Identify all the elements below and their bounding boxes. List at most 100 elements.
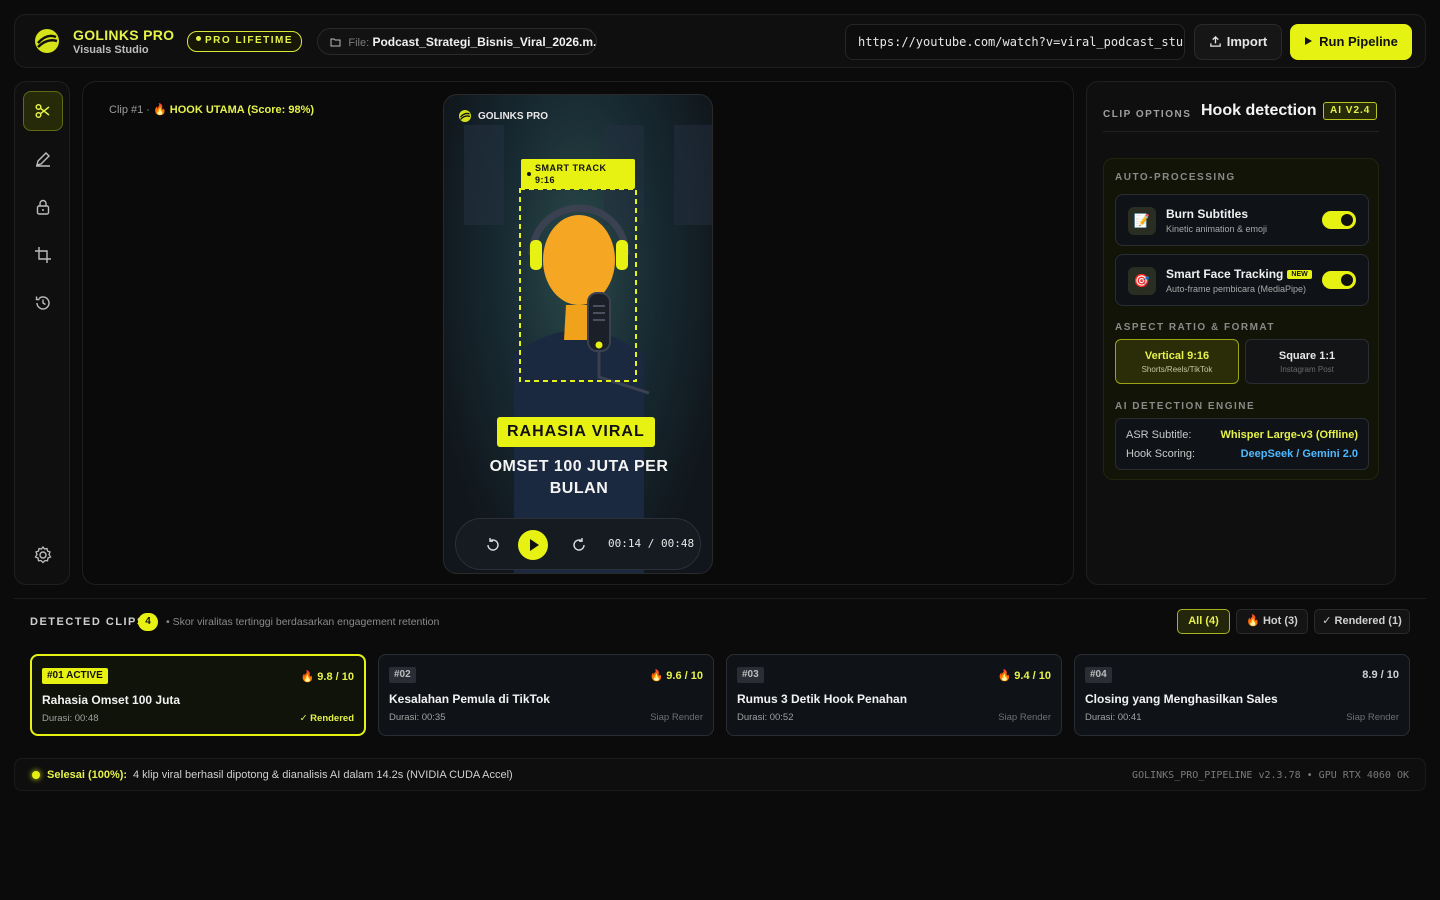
clip-duration: Durasi: 00:48 [42,713,99,724]
player-controls: 00:14 / 00:48 [455,518,701,570]
burn-subtitles-option[interactable]: 📝 Burn Subtitles Kinetic animation & emo… [1115,194,1369,246]
settings-icon [34,545,52,564]
pen-tool-button[interactable] [23,139,63,179]
run-pipeline-button[interactable]: Run Pipeline [1290,24,1412,60]
options-header-label: CLIP OPTIONS [1103,109,1192,120]
ai-engine-box: ASR Subtitle: Whisper Large-v3 (Offline)… [1115,418,1369,470]
section-auto-processing: AUTO-PROCESSING [1115,172,1236,183]
clip-number: #02 [389,667,416,683]
hook-scoring-value: DeepSeek / Gemini 2.0 [1240,448,1358,460]
forward-icon[interactable] [570,536,588,554]
play-icon [530,539,539,551]
history-icon [35,296,50,310]
filter-rendered-button[interactable]: ✓ Rendered (1) [1314,609,1410,634]
section-aspect-ratio: ASPECT RATIO & FORMAT [1115,322,1276,333]
notepad-icon: 📝 [1128,207,1156,235]
asr-label: ASR Subtitle: [1126,429,1192,441]
clip-number: #04 [1085,667,1112,683]
clip-duration: Durasi: 00:41 [1085,712,1142,723]
clip-card-02[interactable]: #02 🔥 9.6 / 10 Kesalahan Pemula di TikTo… [378,654,714,736]
folder-icon [330,38,341,47]
file-label: File: [348,37,370,49]
options-header-title: Hook detection [1201,102,1317,119]
crop-tool-button[interactable] [23,235,63,275]
import-button[interactable]: Import [1194,24,1282,60]
clip-card-03[interactable]: #03 🔥 9.4 / 10 Rumus 3 Detik Hook Penaha… [726,654,1062,736]
golinks-mini-logo-icon [459,110,471,122]
ratio-vertical-button[interactable]: Vertical 9:16 Shorts/Reels/TikTok [1115,339,1239,384]
phone-preview[interactable]: GOLINKS PRO SMART TRACK 9:16 RAHASIA VIR… [443,94,713,574]
clip-duration: Durasi: 00:35 [389,712,446,723]
top-header: GOLINKS PRO Visuals Studio PRO LIFETIME … [14,14,1426,68]
file-pill[interactable]: File: Podcast_Strategi_Bisnis_Viral_2026… [317,28,597,55]
clip-title: Rumus 3 Detik Hook Penahan [737,692,908,706]
ratio-square-title: Square 1:1 [1278,350,1336,362]
clip-status: Siap Render [1346,712,1399,723]
options-divider [1103,131,1379,132]
options-box: AUTO-PROCESSING 📝 Burn Subtitles Kinetic… [1103,158,1379,480]
clip-number: #01 ACTIVE [42,668,108,684]
asr-value: Whisper Large-v3 (Offline) [1220,429,1358,441]
track-line-2: 9:16 [535,175,556,185]
clip-score: 🔥 9.4 / 10 [997,670,1051,682]
badge-dot [196,36,201,41]
clip-title: Closing yang Menghasilkan Sales [1085,692,1278,706]
phone-brand-text: GOLINKS PRO [478,110,549,122]
ai-version-badge: AI V2.4 [1323,102,1378,120]
track-line-1: SMART TRACK [535,163,607,173]
smart-track-label: SMART TRACK 9:16 [521,159,635,189]
history-tool-button[interactable] [23,283,63,323]
burn-subtitles-toggle[interactable] [1322,211,1356,229]
settings-button[interactable] [23,535,63,575]
tool-rail [14,81,70,585]
track-dot [527,172,531,176]
clip-prefix: Clip #1 · [109,104,150,116]
caption-highlight: RAHASIA VIRAL [497,417,655,447]
caption-main: OMSET 100 JUTA PER BULAN [489,458,669,497]
lock-tool-button[interactable] [23,187,63,227]
ratio-vertical-title: Vertical 9:16 [1144,350,1210,362]
scissors-tool-button[interactable] [23,91,63,131]
new-badge: NEW [1287,270,1312,279]
lock-icon [36,199,50,215]
clip-status: Siap Render [650,712,703,723]
phone-brand: GOLINKS PRO [458,109,548,123]
playback-time: 00:14 / 00:48 [608,537,695,550]
ratio-square-desc: Instagram Post [1280,365,1334,374]
smart-face-tracking-option[interactable]: 🎯 Smart Face Tracking NEW Auto-frame pemb… [1115,254,1369,306]
face-tracking-desc: Auto-frame pembicara (MediaPipe) [1166,284,1307,294]
clip-card-01[interactable]: #01 ACTIVE 🔥 9.8 / 10 Rahasia Omset 100 … [30,654,366,736]
pen-icon [36,152,50,167]
status-bar: Selesai (100%): 4 klip viral berhasil di… [14,758,1426,791]
clips-note: • Skor viralitas tertinggi berdasarkan e… [166,616,440,628]
preview-panel: Clip #1 · 🔥 HOOK UTAMA (Score: 98%) GOLI… [82,81,1074,585]
url-input[interactable]: https://youtube.com/watch?v=viral_podcas… [845,24,1185,60]
play-icon [1305,37,1313,45]
ratio-vertical-desc: Shorts/Reels/TikTok [1141,365,1213,374]
filter-hot-button[interactable]: 🔥 Hot (3) [1236,609,1308,634]
status-indicator-dot [32,771,40,779]
clip-status: Siap Render [998,712,1051,723]
ratio-square-button[interactable]: Square 1:1 Instagram Post [1245,339,1369,384]
clip-card-04[interactable]: #04 8.9 / 10 Closing yang Menghasilkan S… [1074,654,1410,736]
target-icon: 🎯 [1128,267,1156,295]
face-tracking-title: Smart Face Tracking NEW [1166,267,1312,281]
burn-subtitles-title: Burn Subtitles [1166,207,1249,221]
crop-icon [35,247,51,263]
play-button[interactable] [518,530,548,560]
clip-options-panel: CLIP OPTIONS Hook detection AI V2.4 AUTO… [1086,81,1396,585]
scissors-icon [35,103,50,119]
detected-clips-heading: DETECTED CLIPS [30,616,146,628]
clip-score: 🔥 9.6 / 10 [649,670,703,682]
pro-lifetime-badge: PRO LIFETIME [187,31,302,52]
clips-divider [14,598,1426,599]
brand-title: GOLINKS PRO [73,27,175,43]
clip-status: ✓ Rendered [299,713,354,724]
run-label: Run Pipeline [1319,34,1398,49]
clip-score: 🔥 9.8 / 10 [300,671,354,683]
face-tracking-title-text: Smart Face Tracking [1166,267,1284,281]
face-tracking-toggle[interactable] [1322,271,1356,289]
filter-all-button[interactable]: All (4) [1177,609,1230,634]
clips-count-badge: 4 [138,613,158,631]
rewind-icon[interactable] [484,536,502,554]
